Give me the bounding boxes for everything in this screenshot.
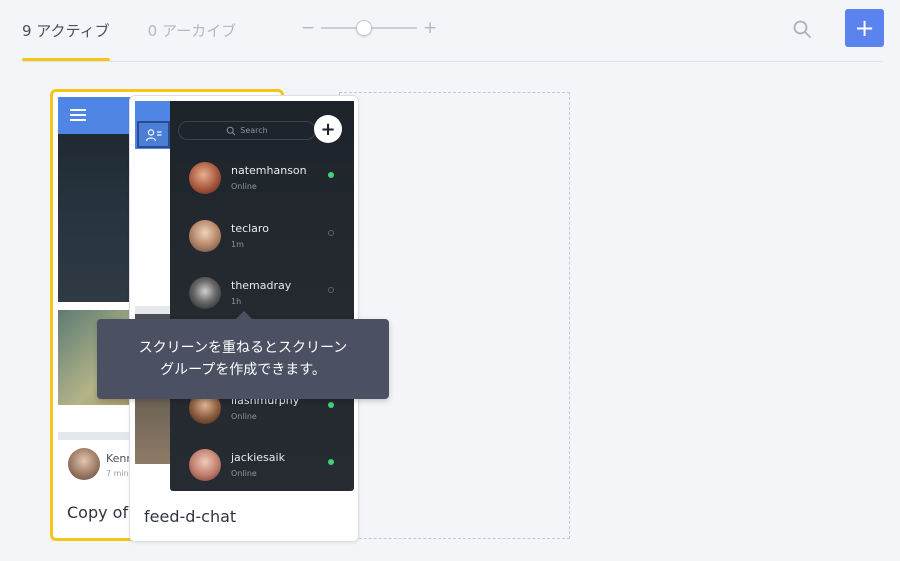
offline-indicator: [328, 230, 334, 236]
list-item: natemhanson Online: [170, 156, 354, 206]
zoom-in-button[interactable]: +: [423, 18, 437, 38]
contact-status: 1m: [231, 240, 244, 249]
online-indicator: [328, 459, 334, 465]
chat-panel: Search + natemhanson Online teclaro 1m t…: [170, 101, 354, 491]
online-indicator: [328, 172, 334, 178]
drop-zone[interactable]: [339, 92, 570, 539]
avatar: [68, 448, 100, 480]
list-item: jackiesaik Online: [170, 443, 354, 493]
contact-status: 1h: [231, 297, 242, 306]
tooltip: スクリーンを重ねるとスクリーン グループを作成できます。: [97, 311, 389, 399]
avatar: [189, 277, 221, 309]
zoom-out-button[interactable]: −: [301, 18, 315, 38]
add-screen-button[interactable]: +: [845, 9, 884, 47]
online-indicator: [328, 402, 334, 408]
screen-title[interactable]: feed-d-chat: [144, 507, 236, 526]
avatar: [189, 449, 221, 481]
tab-archive[interactable]: 0 アーカイブ: [148, 0, 236, 60]
avatar: [189, 162, 221, 194]
menu-icon: [70, 109, 86, 122]
offline-indicator: [328, 287, 334, 293]
contact-status: Online: [231, 412, 257, 421]
chat-search-input: Search: [178, 121, 316, 140]
header-divider: [22, 61, 883, 62]
search-icon[interactable]: [790, 17, 814, 41]
tab-bar: 9 アクティブ 0 アーカイブ: [22, 0, 274, 61]
search-icon: [226, 126, 236, 135]
tooltip-line-1: スクリーンを重ねるとスクリーン: [138, 340, 348, 356]
list-item: teclaro 1m: [170, 214, 354, 264]
contact-name: teclaro: [231, 222, 269, 235]
contact-name: natemhanson: [231, 164, 307, 177]
chat-add-icon: +: [314, 115, 342, 143]
contacts-icon: [137, 121, 170, 148]
contact-name: jackiesaik: [231, 451, 285, 464]
chat-search-placeholder: Search: [240, 126, 268, 135]
contact-name: themadray: [231, 279, 292, 292]
screen-thumbnail-sidebar: [135, 101, 171, 494]
avatar: [189, 220, 221, 252]
zoom-control: − +: [301, 18, 437, 38]
contact-status: Online: [231, 182, 257, 191]
contact-status: Online: [231, 469, 257, 478]
screen-title[interactable]: Copy of: [67, 503, 128, 522]
list-item: themadray 1h: [170, 271, 354, 321]
tooltip-line-2: グループを作成できます。: [160, 362, 326, 378]
zoom-slider-handle[interactable]: [356, 20, 373, 36]
zoom-slider[interactable]: [321, 20, 417, 36]
tab-active[interactable]: 9 アクティブ: [22, 0, 110, 61]
